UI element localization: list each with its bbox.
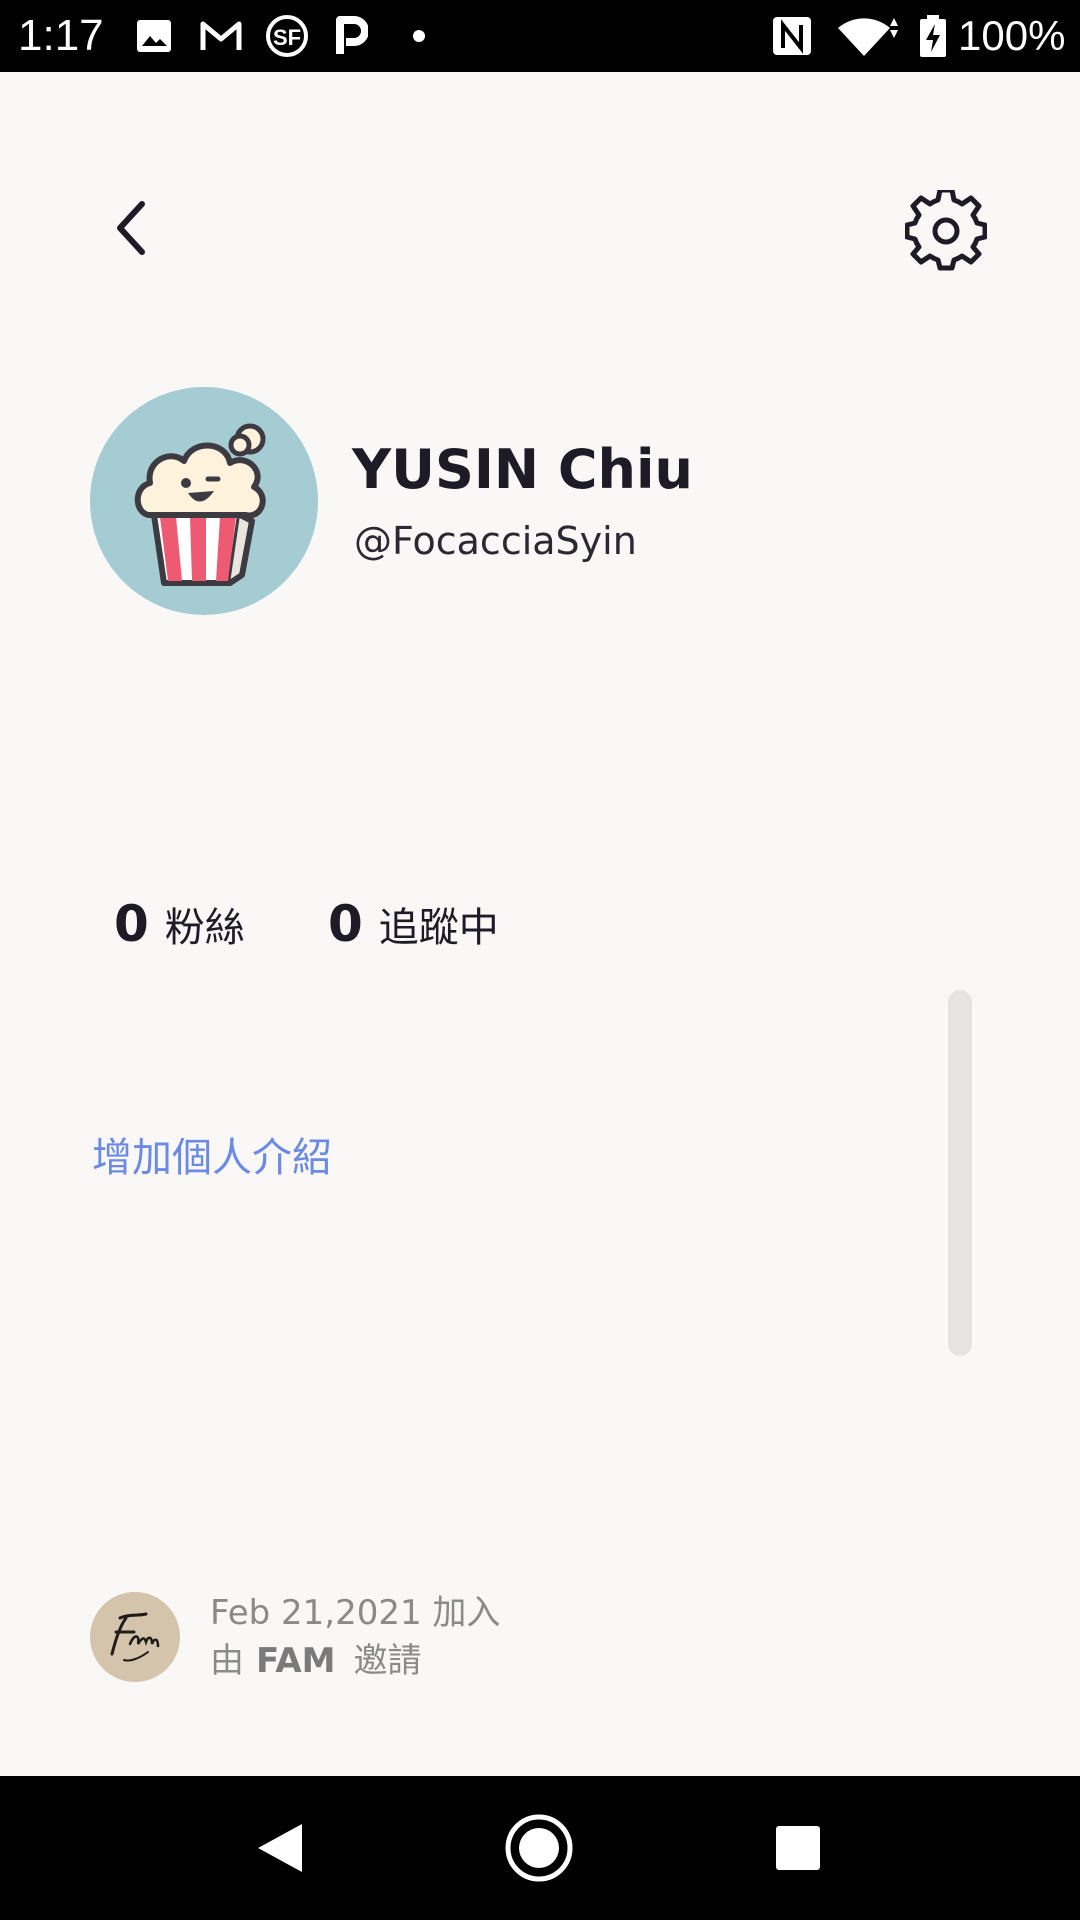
gmail-icon <box>200 21 242 50</box>
popcorn-avatar <box>134 423 266 586</box>
display-name: YUSIN Chiu <box>352 438 693 501</box>
nav-back-icon[interactable] <box>244 1812 316 1884</box>
inviter-name[interactable]: FAM <box>256 1641 335 1681</box>
nfc-icon <box>773 17 811 55</box>
username: @FocacciaSyin <box>354 519 637 563</box>
nav-home-icon[interactable] <box>503 1812 575 1884</box>
following-stat[interactable]: 0 追蹤中 <box>328 896 499 952</box>
joined-date: Feb 21,2021 加入 <box>210 1593 501 1633</box>
wifi-icon <box>838 18 898 56</box>
add-bio-link[interactable]: 增加個人介紹 <box>92 1130 332 1186</box>
status-time: 1:17 <box>18 11 104 60</box>
photo-icon <box>137 20 171 52</box>
followers-count: 0 <box>114 895 149 953</box>
invited-prefix: 由 <box>210 1641 244 1681</box>
svg-text:SF: SF <box>273 25 301 50</box>
chevron-left-icon <box>117 201 145 255</box>
gear-icon <box>904 187 988 271</box>
invited-by-line: 由 FAM 邀請 <box>210 1638 421 1684</box>
nav-recents-icon[interactable] <box>762 1812 834 1884</box>
battery-percentage: 100% <box>958 12 1066 59</box>
following-label: 追蹤中 <box>378 905 499 951</box>
invited-suffix: 邀請 <box>353 1641 422 1681</box>
navigation-bar <box>0 1776 1080 1920</box>
dot-icon <box>413 30 425 42</box>
avatar[interactable] <box>90 387 318 615</box>
status-bar: 1:17 SF 100% <box>0 0 1080 72</box>
scrollbar[interactable] <box>948 990 972 1356</box>
settings-button[interactable] <box>904 187 988 272</box>
following-count: 0 <box>328 895 363 953</box>
inviter-avatar[interactable] <box>90 1592 180 1682</box>
battery-charging-icon <box>920 15 946 57</box>
followers-stat[interactable]: 0 粉絲 <box>114 896 245 952</box>
p-app-icon <box>336 16 368 54</box>
sf-icon: SF <box>266 15 308 57</box>
back-button[interactable] <box>100 196 164 260</box>
followers-label: 粉絲 <box>164 905 245 951</box>
fam-logo <box>110 1612 160 1662</box>
